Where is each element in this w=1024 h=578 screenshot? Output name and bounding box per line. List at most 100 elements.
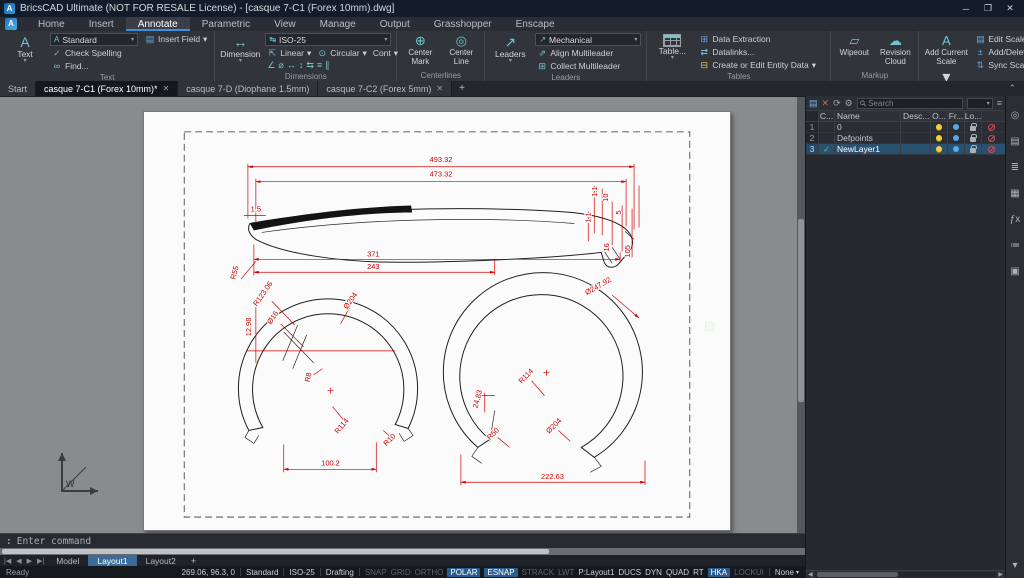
status-text-style[interactable]: Standard bbox=[246, 568, 278, 577]
status-toggle-polar[interactable]: POLAR bbox=[447, 567, 481, 577]
maximize-button[interactable]: ❐ bbox=[978, 2, 998, 15]
layer-plot-icon[interactable] bbox=[987, 123, 995, 131]
revision-cloud-button[interactable]: ☁ Revision Cloud bbox=[877, 33, 913, 66]
close-tab-icon[interactable]: ✕ bbox=[436, 84, 443, 93]
mleader-style-combo[interactable]: ↗ Mechanical ▾ bbox=[535, 33, 642, 46]
mechanical-browser-panel-icon[interactable]: ▦ bbox=[1010, 188, 1019, 200]
center-line-button[interactable]: ◎ Center Line bbox=[443, 33, 479, 66]
layer-lock-icon[interactable] bbox=[970, 144, 977, 153]
find-button[interactable]: ∞ Find... bbox=[50, 60, 138, 72]
layer-row-2[interactable]: 3 ✓ NewLayer1 bbox=[806, 144, 1005, 155]
layer-lock-icon[interactable] bbox=[970, 133, 977, 142]
dim-continue-button[interactable]: Cont ▾ bbox=[371, 47, 400, 59]
close-tab-icon[interactable]: ✕ bbox=[163, 84, 170, 93]
panel-menu-icon[interactable]: ≡ bbox=[997, 98, 1002, 108]
collect-multileader-button[interactable]: ⊞ Collect Multileader bbox=[535, 60, 641, 72]
layer-plot-icon[interactable] bbox=[987, 145, 995, 153]
status-toggle-esnap[interactable]: ESNAP bbox=[484, 567, 518, 577]
paper-sheet[interactable]: 493.32 473.32 371 243 1.5 R55 12.98 1.1 10 5 1.1 16… bbox=[143, 111, 731, 531]
horizontal-scrollbar-thumb[interactable] bbox=[2, 549, 550, 554]
layer-settings-icon[interactable]: ⚙ bbox=[845, 98, 853, 108]
layout-tab-layout2[interactable]: Layout2 bbox=[137, 555, 185, 566]
status-toggle-grid[interactable]: GRID bbox=[391, 568, 411, 577]
menu-tab-parametric[interactable]: Parametric bbox=[190, 17, 262, 31]
parallel-dim-icon[interactable]: ∥ bbox=[325, 60, 330, 71]
close-button[interactable]: ✕ bbox=[1000, 2, 1020, 15]
collapse-strip-icon[interactable]: ▾ bbox=[1012, 560, 1017, 572]
layer-filter-combo[interactable]: ▾ bbox=[966, 97, 993, 109]
vertical-scrollbar[interactable] bbox=[797, 97, 805, 533]
vertical-scrollbar-thumb[interactable] bbox=[798, 219, 804, 403]
doc-tab-casque-7-d[interactable]: casque 7-D (Diophane 1.5mm) bbox=[178, 81, 319, 96]
status-coordinates[interactable]: 269.06, 96.3, 0 bbox=[182, 568, 235, 577]
add-delete-scales-button[interactable]: ± Add/Delete Scales... bbox=[973, 46, 1024, 58]
status-toggle-ducs[interactable]: DUCS bbox=[618, 568, 641, 577]
layers-panel-icon[interactable]: ▤ bbox=[1010, 136, 1019, 148]
panel-scrollbar-thumb[interactable] bbox=[816, 572, 899, 577]
menu-tab-grasshopper[interactable]: Grasshopper bbox=[422, 17, 504, 31]
doc-tab-start[interactable]: Start bbox=[0, 81, 37, 96]
edit-scale-list-button[interactable]: ▤ Edit Scale List bbox=[973, 33, 1024, 45]
layer-row-0[interactable]: 1 0 bbox=[806, 122, 1005, 133]
new-layer-icon[interactable]: ▤ bbox=[809, 98, 818, 108]
tips-panel-icon[interactable]: ◎ bbox=[1011, 110, 1020, 122]
column-description[interactable]: Desc... bbox=[901, 111, 931, 121]
status-toggle-ortho[interactable]: ORTHO bbox=[415, 568, 444, 577]
column-lock[interactable]: Lo... bbox=[965, 111, 982, 121]
sync-scale-positions-button[interactable]: ⇅ Sync Scale Positions bbox=[973, 59, 1024, 71]
add-current-scale-button[interactable]: A Add Current Scale ▾ bbox=[924, 33, 968, 87]
menu-tab-annotate[interactable]: Annotate bbox=[125, 17, 190, 31]
prev-layout-icon[interactable]: ◀ bbox=[14, 555, 23, 566]
layer-on-icon[interactable] bbox=[936, 124, 942, 130]
insert-field-button[interactable]: ▤ Insert Field ▾ bbox=[143, 33, 209, 45]
text-button[interactable]: A Text ▾ bbox=[5, 33, 45, 64]
layer-name[interactable]: NewLayer1 bbox=[835, 144, 901, 154]
layout-tab-model[interactable]: Model bbox=[47, 555, 88, 566]
datalinks-button[interactable]: ⇄ Datalinks... bbox=[697, 46, 825, 58]
vertical-dim-icon[interactable]: ↕ bbox=[299, 60, 304, 71]
dim-style-combo[interactable]: ↹ ISO-25 ▾ bbox=[265, 33, 392, 46]
layer-search[interactable] bbox=[856, 97, 963, 109]
text-style-combo[interactable]: A Standard ▾ bbox=[50, 33, 138, 46]
check-spelling-button[interactable]: ✓ Check Spelling bbox=[50, 47, 138, 59]
layer-states-icon[interactable]: ⟳ bbox=[833, 98, 841, 108]
menu-tab-view[interactable]: View bbox=[262, 17, 308, 31]
status-toggle-lwt[interactable]: LWT bbox=[558, 568, 574, 577]
status-toggle-dyn[interactable]: DYN bbox=[645, 568, 662, 577]
menu-tab-enscape[interactable]: Enscape bbox=[504, 17, 567, 31]
status-workspace[interactable]: Drafting bbox=[326, 568, 354, 577]
menu-tab-manage[interactable]: Manage bbox=[308, 17, 368, 31]
status-dim-style[interactable]: ISO-25 bbox=[289, 568, 314, 577]
data-extraction-button[interactable]: ⊞ Data Extraction bbox=[697, 33, 825, 45]
layout-tab-layout1[interactable]: Layout1 bbox=[88, 555, 137, 566]
layer-name[interactable]: 0 bbox=[835, 122, 901, 132]
app-menu-icon[interactable]: A bbox=[5, 18, 17, 30]
leaders-button[interactable]: ↗ Leaders ▾ bbox=[490, 33, 530, 64]
delete-layer-icon[interactable]: ✕ bbox=[822, 98, 830, 108]
horizontal-dim-icon[interactable]: ↔ bbox=[287, 60, 296, 71]
horizontal-scrollbar[interactable] bbox=[0, 548, 805, 555]
new-tab-button[interactable]: + bbox=[452, 81, 472, 96]
diameter-dim-icon[interactable]: ⌀ bbox=[278, 60, 283, 71]
dimension-button[interactable]: ↔ Dimension ▾ bbox=[220, 33, 260, 64]
next-layout-icon[interactable]: ▶ bbox=[25, 555, 34, 566]
doc-tab-casque-7-c2[interactable]: casque 7-C2 (Forex 5mm) ✕ bbox=[318, 81, 453, 96]
command-line[interactable]: : Enter command bbox=[0, 533, 805, 548]
column-current[interactable]: C... bbox=[819, 111, 835, 121]
layer-search-input[interactable] bbox=[868, 98, 960, 108]
annotation-scale-select[interactable]: None ▾ bbox=[775, 568, 799, 577]
menu-tab-output[interactable]: Output bbox=[368, 17, 422, 31]
last-layout-icon[interactable]: ▶| bbox=[35, 555, 46, 566]
layer-lock-icon[interactable] bbox=[970, 122, 977, 131]
status-toggle-snap[interactable]: SNAP bbox=[365, 568, 387, 577]
column-on[interactable]: O... bbox=[931, 111, 948, 121]
column-name[interactable]: Name bbox=[835, 111, 901, 121]
ordinate-dim-icon[interactable]: ≡ bbox=[317, 60, 322, 71]
drawing-canvas[interactable]: 493.32473.323712431.5R5512.981.11051.116… bbox=[144, 112, 730, 530]
entity-data-button[interactable]: ⊟ Create or Edit Entity Data ▾ bbox=[697, 59, 825, 71]
status-toggle-rt[interactable]: RT bbox=[693, 568, 704, 577]
ribbon-collapse-icon[interactable]: ⌃ bbox=[1000, 81, 1024, 96]
layer-freeze-icon[interactable] bbox=[953, 146, 959, 152]
menu-tab-home[interactable]: Home bbox=[26, 17, 77, 31]
table-button[interactable]: Table... ▾ bbox=[652, 33, 692, 61]
